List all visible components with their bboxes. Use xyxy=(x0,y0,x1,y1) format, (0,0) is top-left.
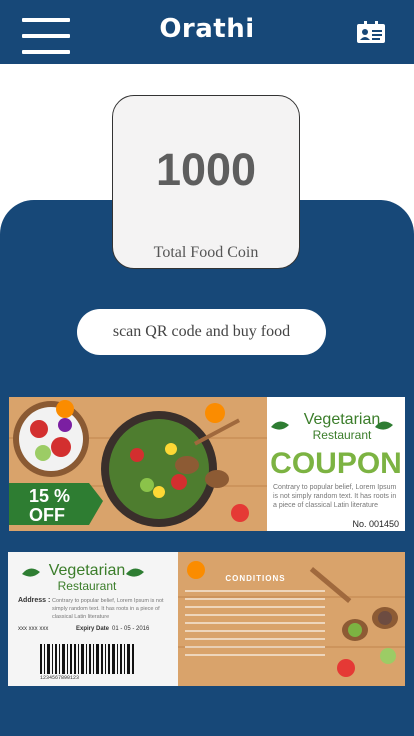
coin-balance-label: Total Food Coin xyxy=(153,244,259,261)
coupon-2-phone: xxx xxx xxx xyxy=(18,626,49,632)
coupon-2-conditions-title: CONDITIONS xyxy=(225,574,286,583)
coupon-2-conditions-text xyxy=(185,590,325,662)
coupon-2-expiry-value: 01 - 05 - 2016 xyxy=(112,626,150,632)
coupon-1-discount: 15 % xyxy=(29,486,71,506)
app-title: Orathi xyxy=(159,14,255,44)
coupon-banner-1[interactable]: Vegetarian Restaurant COUPON Contrary to… xyxy=(9,397,405,531)
coupon-2-expiry-label: Expiry Date xyxy=(76,626,110,632)
food-coin-card: 1000 Total Food Coin xyxy=(112,95,300,269)
coupon-2-address-text: Contrary to popular belief, Lorem Ipsum … xyxy=(52,598,164,620)
coupon-1-body: Contrary to popular belief, Lorem Ipsum … xyxy=(273,484,397,509)
coin-balance: 1000 xyxy=(155,144,257,195)
contact-card-icon[interactable] xyxy=(356,20,386,44)
coupon-2-brand-sub: Restaurant xyxy=(57,579,117,593)
top-app-bar: Orathi xyxy=(0,0,414,64)
coupon-2-brand: Vegetarian xyxy=(48,562,126,579)
coupon-2-barcode-number: 1234567890123 xyxy=(40,675,80,681)
coupon-1-brand-sub: Restaurant xyxy=(312,428,372,442)
coupon-1-discount-word: OFF xyxy=(29,505,65,525)
coupon-banner-2[interactable]: Vegetarian Restaurant Address : Contrary… xyxy=(8,552,405,686)
scan-qr-button[interactable]: scan QR code and buy food xyxy=(77,309,326,355)
coupon-1-number: No. 001450 xyxy=(352,519,399,529)
coupon-1-headline: COUPON xyxy=(270,447,402,480)
coupon-2-address-label: Address : xyxy=(18,597,51,604)
coupon-1-brand: Vegetarian xyxy=(303,411,381,428)
